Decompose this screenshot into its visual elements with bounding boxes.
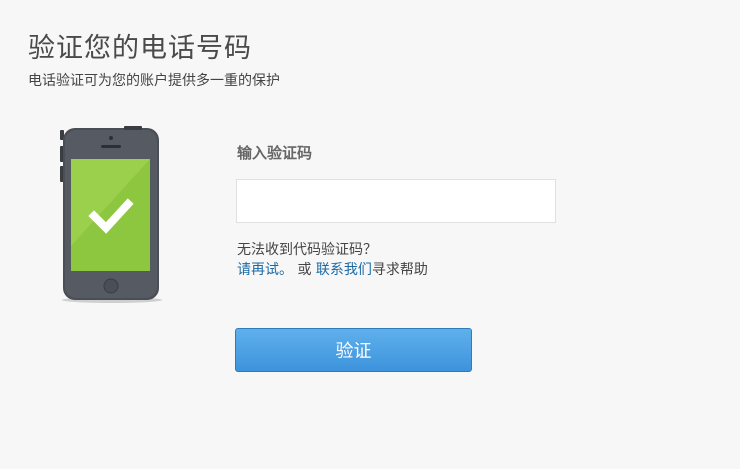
or-text: 或: [293, 262, 316, 278]
no-code-text: 无法收到代码验证码？: [237, 242, 377, 258]
help-text: 无法收到代码验证码？ 请再试。 或 联系我们寻求帮助: [237, 240, 428, 280]
contact-us-link[interactable]: 联系我们: [316, 262, 372, 278]
page-title: 验证您的电话号码: [28, 33, 252, 64]
retry-link[interactable]: 请再试。: [237, 262, 293, 278]
code-label: 输入验证码: [237, 144, 313, 162]
verification-code-input[interactable]: [236, 179, 556, 223]
phone-check-icon: [60, 126, 162, 303]
page-subtitle: 电话验证可为您的账户提供多一重的保护: [28, 73, 280, 89]
verify-button[interactable]: 验证: [235, 328, 472, 372]
help-suffix: 寻求帮助: [371, 262, 428, 278]
